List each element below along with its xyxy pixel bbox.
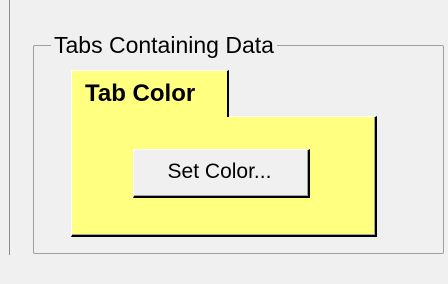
tab-color-label: Tab Color (85, 80, 196, 107)
tab-color[interactable]: Tab Color (71, 70, 229, 117)
set-color-button-label: Set Color... (167, 159, 272, 183)
set-color-button[interactable]: Set Color... (133, 149, 310, 198)
set-color-button-face: Set Color... (134, 150, 308, 196)
group-box-title: Tabs Containing Data (51, 32, 277, 58)
window-left-edge (9, 0, 10, 255)
